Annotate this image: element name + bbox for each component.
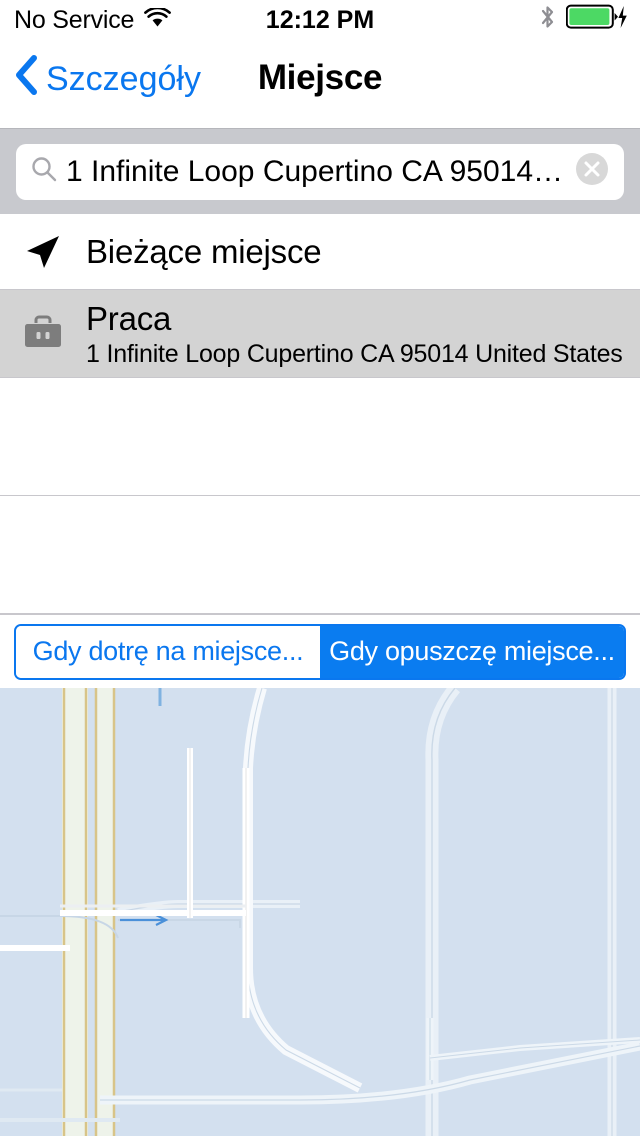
- location-arrow-icon: [0, 230, 86, 274]
- status-bar-right: [539, 4, 628, 37]
- page-title: Miejsce: [257, 58, 383, 97]
- list-item-body: Bieżące miejsce: [86, 233, 640, 271]
- clock-label: 12:12 PM: [265, 5, 375, 34]
- segment-on-departure[interactable]: Gdy opuszczę miejsce...: [320, 625, 624, 678]
- list-item-title: Praca: [86, 299, 172, 337]
- segment-on-arrival[interactable]: Gdy dotrę na miejsce...: [16, 625, 320, 678]
- screen: No Service 12:12 PM Szczegóły Miejsce 1 …: [0, 0, 640, 1136]
- list-item-work-location[interactable]: Praca 1 Infinite Loop Cupertino CA 95014…: [0, 290, 640, 378]
- bluetooth-icon: [539, 4, 556, 37]
- status-bar: No Service 12:12 PM: [0, 0, 640, 40]
- list-item-blank-2[interactable]: [0, 496, 640, 614]
- list-item-blank-1[interactable]: [0, 378, 640, 496]
- list-item-current-location[interactable]: Bieżące miejsce: [0, 214, 640, 290]
- briefcase-icon: [0, 314, 86, 354]
- segmented-control: Gdy dotrę na miejsce... Gdy opuszczę mie…: [14, 623, 626, 680]
- search-input[interactable]: 1 Infinite Loop Cupertino CA 95014…: [16, 143, 624, 200]
- search-bar: 1 Infinite Loop Cupertino CA 95014…: [0, 128, 640, 214]
- list-item-body: Praca 1 Infinite Loop Cupertino CA 95014…: [86, 300, 640, 369]
- map-view[interactable]: Apple, Inc. i Caffè Macs: [0, 688, 640, 1136]
- search-input-value: 1 Infinite Loop Cupertino CA 95014…: [66, 154, 564, 188]
- location-list: Bieżące miejsce Praca 1 Infinite Loop Cu…: [0, 214, 640, 614]
- navigation-bar: Szczegóły Miejsce: [0, 40, 640, 128]
- segmented-control-container: Gdy dotrę na miejsce... Gdy opuszczę mie…: [0, 614, 640, 688]
- list-item-subtitle: 1 Infinite Loop Cupertino CA 95014 Unite…: [86, 339, 623, 368]
- list-item-title: Bieżące miejsce: [86, 233, 322, 270]
- map-base-layer: [0, 688, 640, 1136]
- search-icon: [30, 155, 58, 188]
- battery-charging-icon: [565, 4, 628, 37]
- clear-circle-icon[interactable]: [574, 151, 610, 192]
